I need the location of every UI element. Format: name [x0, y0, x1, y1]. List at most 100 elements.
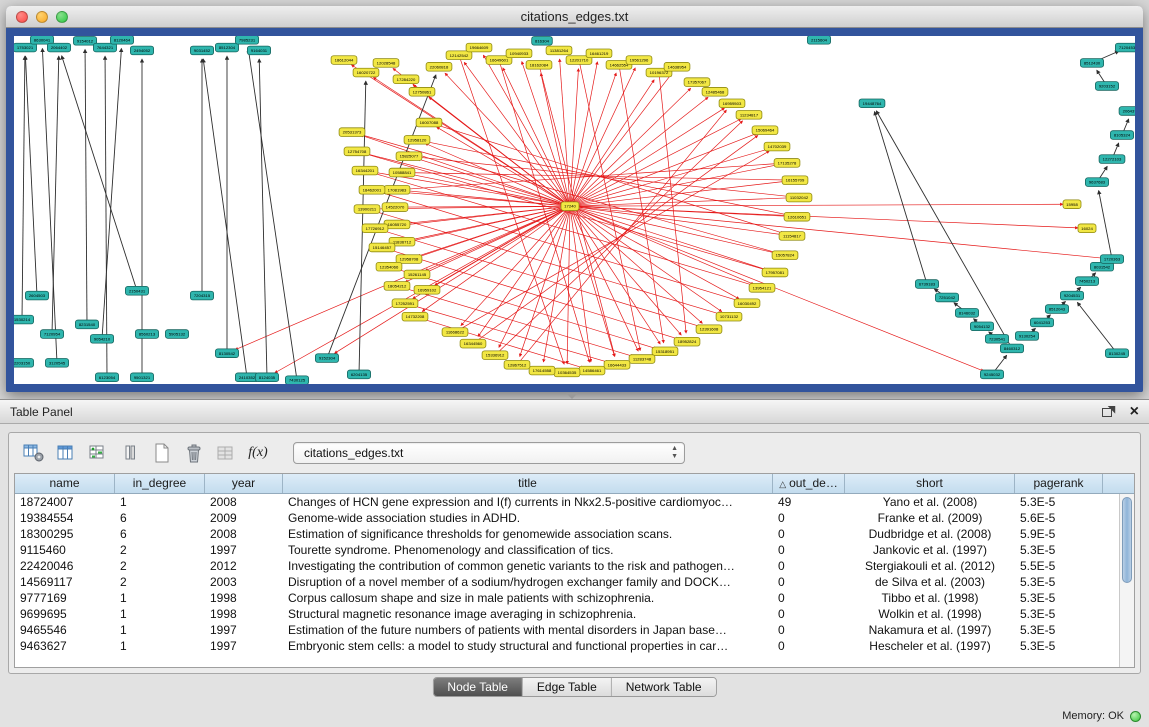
- graph-node[interactable]: 12958120: [404, 135, 430, 144]
- cell-title[interactable]: Estimation of the future numbers of pati…: [283, 622, 773, 638]
- graph-node[interactable]: 12354066: [376, 262, 402, 271]
- cell-name[interactable]: 9463627: [15, 638, 115, 654]
- graph-node[interactable]: 8124035: [255, 373, 278, 382]
- delete-table-button[interactable]: [179, 439, 209, 467]
- graph-node[interactable]: 8560213: [135, 330, 158, 339]
- graph-node[interactable]: 12485468: [702, 87, 728, 96]
- graph-node[interactable]: 17284220: [393, 75, 419, 84]
- graph-node[interactable]: 18162084: [526, 61, 552, 70]
- float-panel-icon[interactable]: ◥: [1101, 405, 1115, 419]
- cell-in_degree[interactable]: 2: [115, 574, 205, 590]
- graph-node[interactable]: 14522070: [382, 203, 408, 212]
- cell-year[interactable]: 2008: [205, 526, 283, 542]
- graph-node[interactable]: 7120453: [1115, 43, 1135, 52]
- graph-node[interactable]: 6204135: [347, 370, 370, 379]
- graph-node[interactable]: 9203152: [1095, 82, 1118, 91]
- table-selector-combobox[interactable]: citations_edges.txt ▲▼: [293, 442, 685, 464]
- graph-node[interactable]: 2064402: [47, 43, 70, 52]
- graph-node[interactable]: 14702039: [764, 142, 790, 151]
- graph-node[interactable]: 19448764: [859, 99, 885, 108]
- show-columns-button[interactable]: [51, 439, 81, 467]
- graph-node[interactable]: 18612044: [331, 56, 357, 65]
- network-canvas[interactable]: 1724018612044160207221202854817284220127…: [14, 36, 1135, 384]
- scrollbar-thumb[interactable]: [1122, 497, 1132, 583]
- table-row[interactable]: 969969511998Structural magnetic resonanc…: [15, 606, 1119, 622]
- cell-year[interactable]: 2003: [205, 574, 283, 590]
- table-row[interactable]: 946554611997Estimation of the future num…: [15, 622, 1119, 638]
- graph-node[interactable]: 12391608: [696, 325, 722, 334]
- cell-in_degree[interactable]: 1: [115, 606, 205, 622]
- column-header-title[interactable]: title: [283, 474, 773, 493]
- cell-name[interactable]: 18724007: [15, 494, 115, 510]
- graph-node[interactable]: 15146457: [369, 243, 395, 252]
- column-header-out_de[interactable]: △out_de…: [773, 474, 845, 493]
- cell-in_degree[interactable]: 1: [115, 494, 205, 510]
- cell-short[interactable]: Jankovic et al. (1997): [845, 542, 1015, 558]
- cell-year[interactable]: 1997: [205, 542, 283, 558]
- graph-node[interactable]: 17081983: [384, 185, 410, 194]
- graph-node[interactable]: 11032042: [786, 193, 812, 202]
- graph-node[interactable]: 17614558: [529, 366, 555, 375]
- table-row[interactable]: 2242004622012Investigating the contribut…: [15, 558, 1119, 574]
- cell-name[interactable]: 18300295: [15, 526, 115, 542]
- graph-node[interactable]: 16959102: [414, 285, 440, 294]
- graph-node[interactable]: 7251042: [935, 293, 958, 302]
- close-panel-icon[interactable]: ×: [1130, 402, 1139, 422]
- cell-year[interactable]: 1998: [205, 590, 283, 606]
- graph-node[interactable]: 11234817: [736, 111, 762, 120]
- cell-out_de[interactable]: 0: [773, 510, 845, 526]
- cell-out_de[interactable]: 0: [773, 622, 845, 638]
- graph-node[interactable]: 816304: [532, 36, 553, 45]
- table-row[interactable]: 1872400712008Changes of HCN gene express…: [15, 494, 1119, 510]
- graph-node[interactable]: 20531373: [339, 128, 365, 137]
- cell-name[interactable]: 14569117: [15, 574, 115, 590]
- graph-node[interactable]: 16024: [1078, 224, 1096, 233]
- graph-node[interactable]: 17957081: [762, 268, 788, 277]
- graph-node[interactable]: 16461219: [586, 49, 612, 58]
- graph-node[interactable]: 9054132: [970, 322, 993, 331]
- graph-node[interactable]: 14732208: [402, 312, 428, 321]
- graph-node[interactable]: 9637683: [1085, 178, 1108, 187]
- graph-node[interactable]: 2203150: [14, 359, 34, 368]
- graph-node[interactable]: 9054210: [90, 334, 113, 343]
- new-table-button[interactable]: [147, 439, 177, 467]
- vertical-scrollbar[interactable]: [1119, 494, 1134, 667]
- graph-node[interactable]: 17357067: [684, 78, 710, 87]
- graph-node[interactable]: 6041253: [1030, 318, 1053, 327]
- graph-node[interactable]: 7985231: [235, 36, 258, 44]
- graph-node[interactable]: 12028548: [373, 59, 399, 68]
- graph-node[interactable]: 12610651: [784, 212, 810, 221]
- window-titlebar[interactable]: citations_edges.txt: [6, 6, 1143, 28]
- graph-node[interactable]: 8130245: [1105, 349, 1128, 358]
- function-builder-button[interactable]: f(x): [243, 439, 273, 467]
- graph-node[interactable]: 2604503: [25, 291, 48, 300]
- cell-short[interactable]: Tibbo et al. (1998): [845, 590, 1015, 606]
- graph-node[interactable]: 10588841: [389, 168, 415, 177]
- graph-node[interactable]: 8512430: [1080, 59, 1103, 68]
- graph-node[interactable]: 14638954: [664, 62, 690, 71]
- graph-node[interactable]: 16155709: [782, 176, 808, 185]
- cell-out_de[interactable]: 0: [773, 606, 845, 622]
- cell-year[interactable]: 1997: [205, 622, 283, 638]
- cell-year[interactable]: 2009: [205, 510, 283, 526]
- graph-node[interactable]: 8146032: [955, 309, 978, 318]
- graph-node[interactable]: 8512304: [215, 43, 238, 52]
- cell-name[interactable]: 9699695: [15, 606, 115, 622]
- cell-out_de[interactable]: 0: [773, 590, 845, 606]
- cell-in_degree[interactable]: 1: [115, 590, 205, 606]
- cell-pagerank[interactable]: 5.9E-5: [1015, 526, 1103, 542]
- graph-node[interactable]: 13954121: [749, 284, 775, 293]
- graph-node[interactable]: 8460312: [1000, 344, 1023, 353]
- row-options-button[interactable]: [115, 439, 145, 467]
- cell-pagerank[interactable]: 5.6E-5: [1015, 510, 1103, 526]
- cell-pagerank[interactable]: 5.3E-5: [1015, 606, 1103, 622]
- graph-node[interactable]: 15069464: [752, 126, 778, 135]
- graph-node[interactable]: 9154012: [73, 36, 96, 45]
- cell-short[interactable]: Hescheler et al. (1997): [845, 638, 1015, 654]
- cell-in_degree[interactable]: 6: [115, 510, 205, 526]
- cell-year[interactable]: 1997: [205, 638, 283, 654]
- cell-short[interactable]: Nakamura et al. (1997): [845, 622, 1015, 638]
- cell-short[interactable]: Franke et al. (2009): [845, 510, 1015, 526]
- graph-node[interactable]: 12754708: [344, 147, 370, 156]
- graph-node[interactable]: 19561296: [626, 56, 652, 65]
